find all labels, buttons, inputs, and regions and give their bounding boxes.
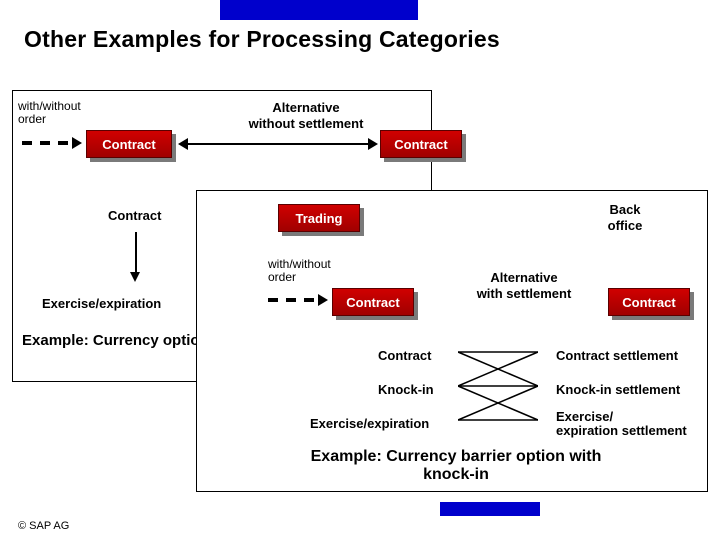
dash [286, 298, 296, 302]
label-row3-right: Exercise/ expiration settlement [556, 410, 687, 438]
connector-line [188, 143, 368, 145]
dash [58, 141, 68, 145]
box-trading: Trading [278, 204, 360, 232]
box-contract-d: Contract [608, 288, 690, 316]
label-back-office: Back office [590, 202, 660, 234]
label-contract-2: Contract [108, 208, 161, 223]
label-row1-left: Contract [378, 348, 431, 363]
arrowhead-left [178, 138, 188, 150]
panel-currency-barrier-option [196, 190, 708, 492]
label-with-without-order-1: with/without order [18, 100, 81, 126]
label-alternative-without-settlement: Alternative without settlement [226, 100, 386, 132]
label-example-1: Example: Currency option [22, 332, 209, 349]
dash [304, 298, 314, 302]
dash [22, 141, 32, 145]
arrowhead-right [318, 294, 328, 306]
label-row1-right: Contract settlement [556, 348, 678, 363]
bottom-accent-bar [440, 502, 540, 516]
dash [268, 298, 278, 302]
arrowhead-right [368, 138, 378, 150]
label-with-without-order-2: with/without order [268, 258, 331, 284]
box-contract-a: Contract [86, 130, 172, 158]
connector-v [135, 232, 137, 272]
label-row2-left: Knock-in [378, 382, 434, 397]
box-contract-b: Contract [380, 130, 462, 158]
label-exercise-expiration-1: Exercise/expiration [42, 296, 161, 311]
top-accent-bar [220, 0, 418, 20]
copyright: © SAP AG [18, 520, 69, 532]
dash [40, 141, 50, 145]
arrowhead-right [72, 137, 82, 149]
label-alternative-with-settlement: Alternative with settlement [454, 270, 594, 302]
page-title: Other Examples for Processing Categories [24, 26, 500, 53]
box-contract-c: Contract [332, 288, 414, 316]
label-example-2: Example: Currency barrier option with kn… [246, 448, 666, 484]
label-row2-right: Knock-in settlement [556, 382, 680, 397]
arrowhead-down [130, 272, 140, 282]
label-row3-left: Exercise/expiration [310, 416, 429, 431]
mapping-lines-icon [458, 340, 538, 440]
